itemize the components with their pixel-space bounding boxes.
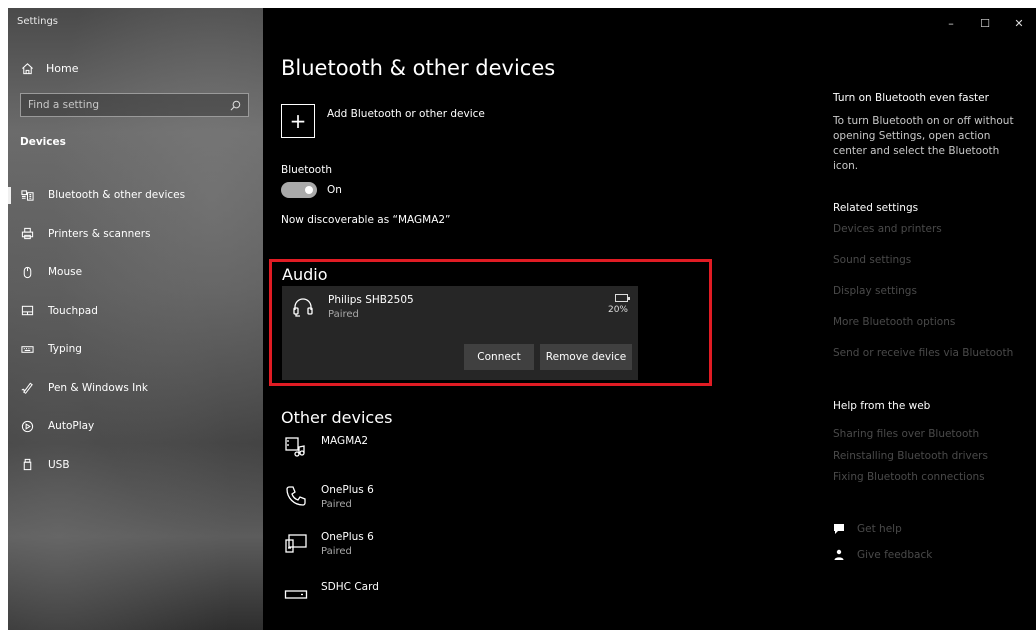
other-device-status: Paired — [321, 499, 352, 510]
devices-section-label: Devices — [20, 136, 66, 148]
add-device-label: Add Bluetooth or other device — [327, 108, 485, 120]
window-controls: – ☐ ✕ — [934, 12, 1036, 34]
give-feedback-label: Give feedback — [857, 549, 933, 561]
audio-device-name: Philips SHB2505 — [328, 294, 414, 306]
bluetooth-toggle-row: On — [281, 182, 342, 198]
printer-icon — [20, 227, 34, 241]
other-device-item[interactable]: OnePlus 6 Paired — [283, 483, 374, 510]
sidebar-item-label: Touchpad — [48, 304, 98, 317]
drive-icon — [283, 580, 309, 606]
audio-device-status: Paired — [328, 309, 359, 320]
bluetooth-toggle[interactable] — [281, 182, 317, 198]
app-title: Settings — [17, 16, 59, 27]
sidebar-item-bluetooth[interactable]: Bluetooth & other devices — [8, 176, 263, 215]
battery-indicator: 20% — [607, 294, 630, 315]
other-device-name: OnePlus 6 — [321, 531, 374, 543]
send-receive-files-link[interactable]: Send or receive files via Bluetooth — [833, 347, 1013, 359]
sidebar-item-pen[interactable]: Pen & Windows Ink — [8, 369, 263, 408]
touchpad-icon — [20, 304, 34, 318]
sidebar-item-label: Mouse — [48, 266, 83, 279]
pen-icon — [20, 381, 34, 395]
sidebar-item-label: AutoPlay — [48, 420, 95, 433]
bluetooth-devices-icon — [20, 188, 34, 202]
minimize-button[interactable]: – — [934, 12, 968, 34]
other-devices-title: Other devices — [281, 408, 393, 427]
other-device-item[interactable]: MAGMA2 — [283, 434, 368, 460]
audio-section-title: Audio — [282, 265, 328, 284]
sidebar-item-label: Typing — [48, 343, 82, 356]
close-button[interactable]: ✕ — [1002, 12, 1036, 34]
connect-button[interactable]: Connect — [464, 344, 534, 370]
sidebar-item-printers[interactable]: Printers & scanners — [8, 215, 263, 254]
other-device-name: OnePlus 6 — [321, 484, 374, 496]
toggle-state-label: On — [327, 184, 342, 196]
plus-icon: + — [281, 104, 315, 138]
page-title: Bluetooth & other devices — [281, 56, 556, 80]
sidebar-item-label: Bluetooth & other devices — [48, 189, 186, 202]
get-help-label: Get help — [857, 523, 902, 535]
battery-icon — [615, 294, 630, 302]
reinstalling-drivers-link[interactable]: Reinstalling Bluetooth drivers — [833, 450, 988, 462]
battery-level: 20% — [607, 305, 628, 315]
bluetooth-faster-text: To turn Bluetooth on or off without open… — [833, 115, 1014, 172]
sidebar-item-touchpad[interactable]: Touchpad — [8, 292, 263, 331]
sidebar-item-autoplay[interactable]: AutoPlay — [8, 407, 263, 446]
home-label: Home — [46, 61, 79, 75]
audio-highlight-box: Audio Philips SHB2505 Paired 20% Connect — [269, 259, 712, 386]
sharing-files-link[interactable]: Sharing files over Bluetooth — [833, 428, 979, 440]
search-input[interactable] — [28, 99, 208, 111]
sound-settings-link[interactable]: Sound settings — [833, 254, 911, 266]
sidebar-item-label: Pen & Windows Ink — [48, 381, 148, 394]
help-web-title: Help from the web — [833, 400, 931, 412]
chat-help-icon — [834, 524, 844, 534]
audio-device-card[interactable]: Philips SHB2505 Paired 20% Connect Remov… — [282, 286, 638, 380]
add-device-button[interactable]: + Add Bluetooth or other device — [281, 104, 485, 138]
audio-device-row: Philips SHB2505 Paired — [290, 294, 414, 320]
keyboard-icon — [20, 342, 34, 356]
phone-device-icon — [283, 530, 309, 556]
autoplay-icon — [20, 419, 34, 433]
sidebar-item-label: Printers & scanners — [48, 227, 151, 240]
usb-icon — [20, 458, 34, 472]
other-device-name: MAGMA2 — [321, 435, 369, 447]
other-device-name: SDHC Card — [321, 581, 379, 593]
settings-window: Settings Home Devices Bluetooth & other … — [8, 8, 1036, 630]
headset-icon — [290, 294, 316, 320]
other-device-item[interactable]: SDHC Card — [283, 580, 379, 606]
search-box[interactable] — [20, 93, 249, 117]
devices-printers-link[interactable]: Devices and printers — [833, 223, 942, 235]
discoverable-text: Now discoverable as “MAGMA2” — [281, 214, 451, 226]
maximize-button[interactable]: ☐ — [968, 12, 1002, 34]
sidebar-nav: Bluetooth & other devices Printers & sca… — [8, 176, 263, 484]
search-icon[interactable] — [230, 96, 241, 115]
feedback-icon — [834, 549, 844, 560]
give-feedback-link[interactable]: Give feedback — [833, 549, 932, 561]
more-bluetooth-options-link[interactable]: More Bluetooth options — [833, 316, 955, 328]
sidebar-item-mouse[interactable]: Mouse — [8, 253, 263, 292]
main-content: Bluetooth & other devices + Add Bluetoot… — [263, 8, 823, 630]
remove-device-button[interactable]: Remove device — [540, 344, 632, 370]
mouse-icon — [20, 265, 34, 279]
sidebar-item-typing[interactable]: Typing — [8, 330, 263, 369]
other-device-status: Paired — [321, 546, 352, 557]
related-settings-title: Related settings — [833, 202, 919, 214]
bluetooth-label: Bluetooth — [281, 164, 332, 176]
display-settings-link[interactable]: Display settings — [833, 285, 917, 297]
bluetooth-faster-title: Turn on Bluetooth even faster — [833, 92, 989, 104]
sidebar: Settings Home Devices Bluetooth & other … — [8, 8, 263, 630]
home-link[interactable]: Home — [20, 61, 78, 75]
home-icon — [20, 61, 34, 75]
sidebar-item-usb[interactable]: USB — [8, 446, 263, 485]
phone-icon — [283, 483, 309, 509]
fixing-connections-link[interactable]: Fixing Bluetooth connections — [833, 471, 985, 483]
get-help-link[interactable]: Get help — [833, 523, 902, 535]
other-device-item[interactable]: OnePlus 6 Paired — [283, 530, 374, 557]
multimedia-device-icon — [283, 434, 309, 460]
sidebar-item-label: USB — [48, 458, 70, 471]
